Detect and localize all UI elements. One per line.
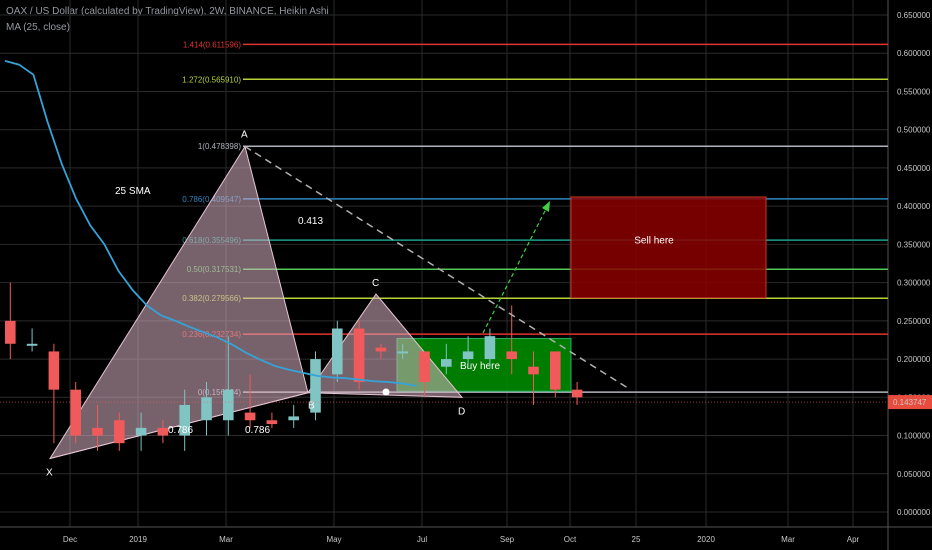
time-axis-label: Dec bbox=[63, 535, 77, 544]
point-a-label: A bbox=[241, 130, 248, 141]
chart-canvas[interactable]: 0.650000 0.600000 0.550000 0.500000 0.450000… bbox=[0, 0, 932, 550]
price-axis-label: 0.350000 bbox=[897, 240, 931, 249]
fib-level-label: 1(0.478398) bbox=[198, 142, 241, 151]
candle-body bbox=[48, 351, 60, 390]
candle-body bbox=[332, 328, 343, 375]
point-d-label: D bbox=[458, 406, 465, 417]
candle-body bbox=[550, 351, 561, 390]
price-axis-label: 0.400000 bbox=[897, 202, 931, 211]
candle-body bbox=[528, 366, 539, 375]
candle-body bbox=[506, 351, 517, 360]
candle-body bbox=[571, 389, 583, 398]
candle-body bbox=[114, 420, 125, 444]
candle-body bbox=[92, 427, 103, 436]
price-axis-label: 0.200000 bbox=[897, 355, 931, 364]
candle-body bbox=[223, 389, 234, 421]
price-axis-label: 0.600000 bbox=[897, 49, 931, 58]
candle-body bbox=[70, 389, 81, 436]
candle-body bbox=[484, 336, 496, 360]
sell-zone-box bbox=[570, 196, 767, 299]
fib-level-label: 1.414(0.611596) bbox=[183, 40, 241, 49]
time-axis-label: 2020 bbox=[697, 535, 715, 544]
candle-body bbox=[397, 351, 408, 354]
candle-body bbox=[441, 359, 452, 367]
candle-body bbox=[462, 351, 474, 360]
current-price-value: 0.143747 bbox=[893, 398, 927, 407]
candle-body bbox=[5, 320, 16, 344]
point-x-label: X bbox=[46, 467, 53, 478]
point-c-label: C bbox=[372, 278, 379, 289]
price-axis-label: 0.500000 bbox=[897, 126, 931, 135]
price-axis-label: 0.550000 bbox=[897, 87, 931, 96]
time-axis-label: 2019 bbox=[129, 535, 147, 544]
candle-body bbox=[26, 343, 38, 346]
time-axis-label: May bbox=[326, 535, 341, 544]
xab-triangle bbox=[48, 145, 309, 460]
candle-body bbox=[244, 412, 256, 421]
ratio-label: 0.413 bbox=[298, 216, 323, 227]
ratio-label: 0.786 bbox=[245, 425, 270, 436]
time-axis-label: Jul bbox=[417, 535, 427, 544]
buy-zone-label: Buy here bbox=[460, 361, 500, 372]
time-axis-label: Oct bbox=[564, 535, 577, 544]
candle-body bbox=[201, 397, 212, 421]
time-axis-label: 25 bbox=[632, 535, 641, 544]
marker-dot bbox=[382, 388, 390, 396]
price-axis-label: 0.300000 bbox=[897, 279, 931, 288]
fib-level-label: 1.272(0.565910) bbox=[182, 75, 241, 84]
price-axis-label: 0.250000 bbox=[897, 317, 931, 326]
candle-body bbox=[375, 347, 387, 352]
time-axis-label: Sep bbox=[500, 535, 515, 544]
sell-zone-label: Sell here bbox=[634, 235, 674, 246]
price-axis-label: 0.100000 bbox=[897, 432, 931, 441]
time-axis-label: Apr bbox=[847, 535, 860, 544]
candle-body bbox=[353, 328, 365, 383]
price-axis-label: 0.450000 bbox=[897, 164, 931, 173]
candle-body bbox=[266, 420, 278, 425]
time-axis-label: Mar bbox=[781, 535, 795, 544]
ratio-label: 0.786 bbox=[168, 425, 193, 436]
candle-body bbox=[135, 427, 147, 436]
price-axis-label: 0.650000 bbox=[897, 11, 931, 20]
sma-label: 25 SMA bbox=[115, 186, 151, 197]
candle-body bbox=[419, 351, 430, 383]
price-axis-label: 0.050000 bbox=[897, 470, 931, 479]
time-axis-label: Mar bbox=[219, 535, 233, 544]
price-axis-label: 0.000000 bbox=[897, 508, 931, 517]
candle-body bbox=[288, 416, 299, 421]
candle-body bbox=[157, 427, 169, 436]
